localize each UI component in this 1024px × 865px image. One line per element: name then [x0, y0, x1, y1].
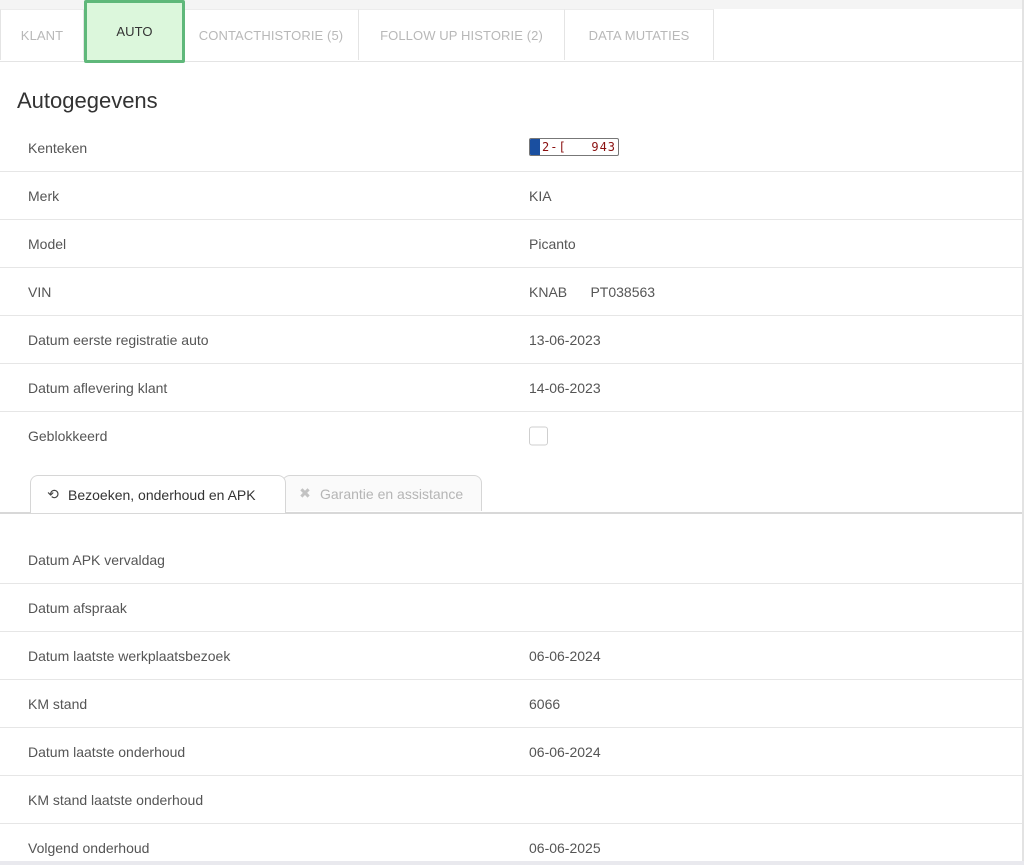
sub-tabs: ⟲ Bezoeken, onderhoud en APK ✖ Garantie … [0, 475, 1022, 514]
laatste-werkplaatsbezoek-value: 06-06-2024 [529, 647, 601, 664]
tools-icon: ✖ [299, 485, 311, 501]
subtab-garantie-assistance[interactable]: ✖ Garantie en assistance [282, 475, 482, 511]
history-icon: ⟲ [47, 486, 59, 502]
row-geblokkeerd: Geblokkeerd [0, 412, 1022, 459]
license-plate: 2-[ 943 [529, 137, 619, 156]
aflevering-value: 14-06-2023 [529, 379, 601, 396]
vin-label: VIN [28, 283, 52, 300]
subtab-bezoeken-label: Bezoeken, onderhoud en APK [68, 486, 256, 503]
plate-text: 2-[ 943 [542, 139, 617, 154]
volgend-onderhoud-value: 06-06-2025 [529, 839, 601, 856]
tab-contacthistorie[interactable]: CONTACTHISTORIE (5) [184, 9, 359, 60]
row-merk: Merk KIA [0, 172, 1022, 220]
row-afspraak: Datum afspraak [0, 584, 1022, 632]
row-eerste-registratie: Datum eerste registratie auto 13-06-2023 [0, 316, 1022, 364]
row-laatste-werkplaatsbezoek: Datum laatste werkplaatsbezoek 06-06-202… [0, 632, 1022, 680]
page: KLANT AUTO CONTACTHISTORIE (5) FOLLOW UP… [0, 0, 1024, 865]
eerste-registratie-label: Datum eerste registratie auto [28, 331, 209, 348]
kenteken-label: Kenteken [28, 139, 88, 156]
eu-band [530, 138, 540, 155]
subtab-garantie-label: Garantie en assistance [320, 485, 464, 502]
row-volgend-onderhoud: Volgend onderhoud 06-06-2025 [0, 824, 1022, 865]
car-details: Kenteken 2-[ 943 Merk KIA Model Picanto … [0, 124, 1022, 459]
laatste-werkplaatsbezoek-label: Datum laatste werkplaatsbezoek [28, 647, 231, 664]
row-kenteken: Kenteken 2-[ 943 [0, 124, 1022, 172]
row-vin: VIN KNAB PT038563 [0, 268, 1022, 316]
volgend-onderhoud-label: Volgend onderhoud [28, 839, 150, 856]
tab-data-mutaties[interactable]: DATA MUTATIES [565, 9, 714, 60]
km-stand-laatste-onderhoud-label: KM stand laatste onderhoud [28, 791, 204, 808]
afspraak-label: Datum afspraak [28, 599, 127, 616]
laatste-onderhoud-label: Datum laatste onderhoud [28, 743, 186, 760]
row-km-stand-laatste-onderhoud: KM stand laatste onderhoud [0, 776, 1022, 824]
row-km-stand: KM stand 6066 [0, 680, 1022, 728]
geblokkeerd-value [529, 426, 548, 445]
row-laatste-onderhoud: Datum laatste onderhoud 06-06-2024 [0, 728, 1022, 776]
row-model: Model Picanto [0, 220, 1022, 268]
tab-klant[interactable]: KLANT [0, 9, 84, 60]
model-label: Model [28, 235, 67, 252]
merk-label: Merk [28, 187, 60, 204]
model-value: Picanto [529, 235, 576, 252]
km-stand-value: 6066 [529, 695, 561, 712]
km-stand-label: KM stand [28, 695, 88, 712]
laatste-onderhoud-value: 06-06-2024 [529, 743, 601, 760]
row-apk-vervaldag: Datum APK vervaldag [0, 536, 1022, 584]
tab-follow-up-historie[interactable]: FOLLOW UP HISTORIE (2) [359, 9, 565, 60]
service-details: Datum APK vervaldag Datum afspraak Datum… [0, 536, 1022, 865]
bottom-strip [0, 861, 1024, 865]
aflevering-label: Datum aflevering klant [28, 379, 168, 396]
row-aflevering: Datum aflevering klant 14-06-2023 [0, 364, 1022, 412]
subtab-bezoeken-onderhoud-apk[interactable]: ⟲ Bezoeken, onderhoud en APK [30, 475, 286, 513]
kenteken-value: 2-[ 943 [529, 137, 619, 158]
section-title: Autogegevens [17, 88, 158, 113]
main-tabs: KLANT AUTO CONTACTHISTORIE (5) FOLLOW UP… [0, 0, 1022, 63]
apk-vervaldag-label: Datum APK vervaldag [28, 551, 165, 568]
geblokkeerd-label: Geblokkeerd [28, 427, 108, 444]
geblokkeerd-checkbox[interactable] [529, 426, 548, 445]
eerste-registratie-value: 13-06-2023 [529, 331, 601, 348]
vin-value: KNAB PT038563 [529, 283, 656, 300]
merk-value: KIA [529, 187, 552, 204]
tab-auto[interactable]: AUTO [84, 0, 185, 63]
